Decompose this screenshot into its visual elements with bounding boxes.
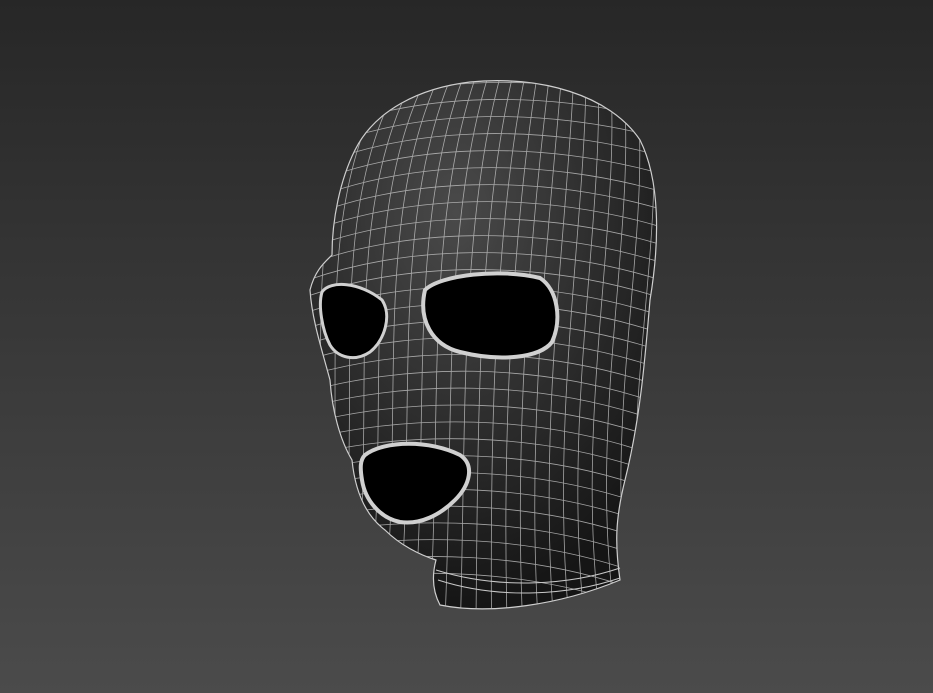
left-eye-hole bbox=[318, 282, 389, 360]
right-eye-hole bbox=[421, 271, 560, 360]
3d-viewport[interactable] bbox=[0, 0, 933, 693]
viewport-canvas[interactable] bbox=[0, 0, 933, 693]
